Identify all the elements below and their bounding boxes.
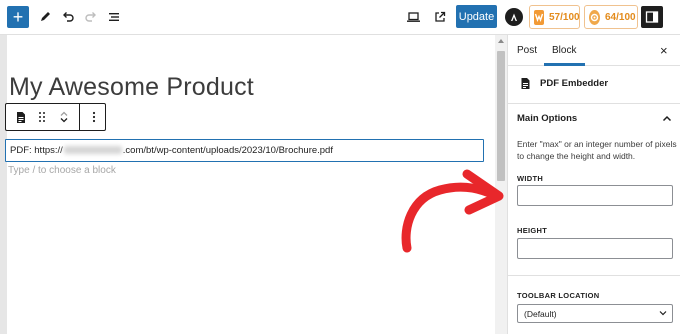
chevron-down-icon <box>659 311 667 316</box>
seo-score-button[interactable]: 57/100 <box>529 5 580 29</box>
drag-icon <box>39 112 45 122</box>
toolbar-divider <box>79 104 80 130</box>
add-block-button[interactable]: + <box>7 6 29 28</box>
red-arrow-annotation <box>401 169 504 253</box>
canvas-edge <box>0 35 7 334</box>
block-card-title: PDF Embedder <box>540 78 609 89</box>
readability-score-button[interactable]: 64/100 <box>584 5 638 29</box>
block-options-button[interactable] <box>82 104 106 130</box>
block-card: PDF Embedder <box>508 66 680 104</box>
pdf-embed-block[interactable]: PDF: https:// .com/bt/wp-content/uploads/… <box>5 139 484 162</box>
blurred-domain <box>63 146 122 154</box>
width-input[interactable] <box>517 185 673 206</box>
settings-toggle-button[interactable] <box>641 6 663 28</box>
chevron-up-icon <box>60 111 68 116</box>
update-button[interactable]: Update <box>456 5 497 28</box>
plus-icon: + <box>12 7 24 27</box>
external-link-icon <box>435 11 446 22</box>
view-post-button[interactable] <box>429 6 451 28</box>
tab-block[interactable]: Block <box>552 35 576 66</box>
document-icon <box>17 111 25 123</box>
pdf-url-prefix: PDF: https:// <box>10 145 63 156</box>
redo-button[interactable] <box>80 6 102 28</box>
undo-icon <box>63 12 74 22</box>
redo-icon <box>85 12 96 22</box>
block-toolbar <box>5 103 106 131</box>
sidebar-tabs: Post Block × <box>508 35 680 66</box>
scroll-thumb[interactable] <box>497 51 505 181</box>
toolbar-location-value: (Default) <box>524 309 557 319</box>
move-buttons[interactable] <box>52 104 76 130</box>
chevron-down-icon <box>60 118 68 123</box>
update-label: Update <box>458 10 495 23</box>
block-type-button[interactable] <box>10 104 32 130</box>
block-appender-hint[interactable]: Type / to choose a block <box>8 165 116 176</box>
chevron-up-icon[interactable] <box>662 115 672 122</box>
document-icon <box>521 78 530 89</box>
panel-title[interactable]: Main Options <box>517 113 577 124</box>
section-divider <box>508 275 680 276</box>
post-title[interactable]: My Awesome Product <box>9 73 254 102</box>
seo-score-value: 57/100 <box>549 11 580 23</box>
readability-score-value: 64/100 <box>605 11 636 23</box>
pdf-url-suffix: .com/bt/wp-content/uploads/2023/10/Broch… <box>122 145 333 156</box>
height-input[interactable] <box>517 238 673 259</box>
laptop-icon <box>406 12 420 22</box>
top-toolbar: + Update 57/100 64/100 <box>0 0 680 35</box>
height-label: HEIGHT <box>517 226 548 235</box>
toolbar-location-label: TOOLBAR LOCATION <box>517 291 600 300</box>
pencil-icon <box>41 12 50 21</box>
drag-handle[interactable] <box>32 104 52 130</box>
block-editor-app: + Update 57/100 64/100 My Awesome Produc… <box>0 0 680 334</box>
undo-button[interactable] <box>57 6 79 28</box>
preview-button[interactable] <box>402 6 424 28</box>
close-icon[interactable]: × <box>660 43 668 58</box>
settings-sidebar: Post Block × PDF Embedder Main Options E… <box>507 35 680 334</box>
document-overview-button[interactable] <box>103 6 125 28</box>
scroll-up-arrow-icon[interactable] <box>498 39 504 43</box>
seo-score-icon <box>534 9 544 25</box>
width-label: WIDTH <box>517 174 544 183</box>
list-view-icon <box>109 13 119 21</box>
astra-logo-icon <box>505 8 523 26</box>
astra-settings-button[interactable] <box>503 6 525 28</box>
sidebar-panel-icon <box>645 11 659 23</box>
tools-button[interactable] <box>34 6 56 28</box>
readability-score-icon <box>589 9 600 25</box>
toolbar-location-select[interactable]: (Default) <box>517 304 673 323</box>
tab-post[interactable]: Post <box>517 35 537 66</box>
more-vertical-icon <box>92 111 96 123</box>
help-text: Enter "max" or an integer number of pixe… <box>517 139 677 161</box>
